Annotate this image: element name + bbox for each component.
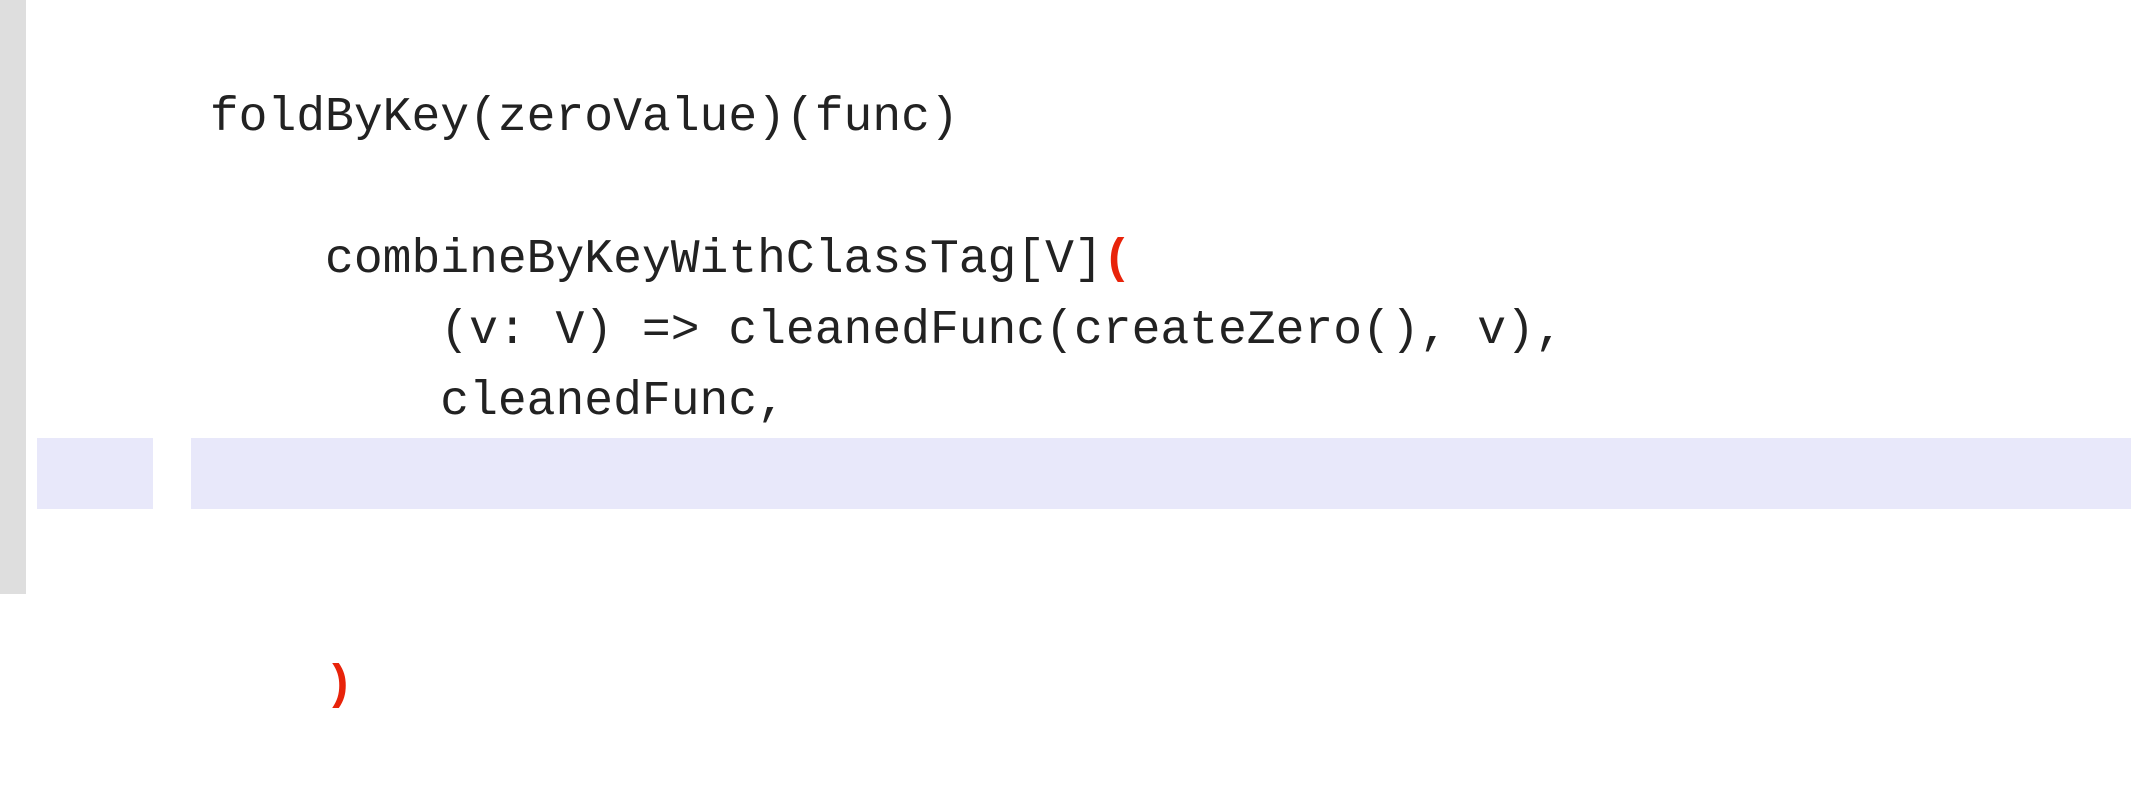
code-area[interactable]: foldByKey(zeroValue)(func) combineByKeyW… (37, 12, 2131, 713)
code-line-4[interactable]: (v: V) => cleanedFunc(createZero(), v), (37, 225, 2131, 358)
code-line-3[interactable]: combineByKeyWithClassTag[V]( (37, 154, 2131, 287)
code-line-1[interactable]: foldByKey(zeroValue)(func) (37, 12, 2131, 145)
code-line-7-current[interactable]: ) (37, 438, 2131, 713)
code-editor[interactable]: foldByKey(zeroValue)(func) combineByKeyW… (0, 0, 2131, 713)
code-line-2[interactable] (37, 83, 2131, 154)
code-line-6[interactable]: cleanedFunc (37, 367, 2131, 500)
matched-close-bracket: ) (325, 659, 354, 713)
current-line-highlight (37, 438, 2131, 509)
editor-gutter (0, 0, 26, 594)
bracket-match-highlight (153, 438, 191, 509)
code-line-5[interactable]: cleanedFunc, (37, 296, 2131, 429)
